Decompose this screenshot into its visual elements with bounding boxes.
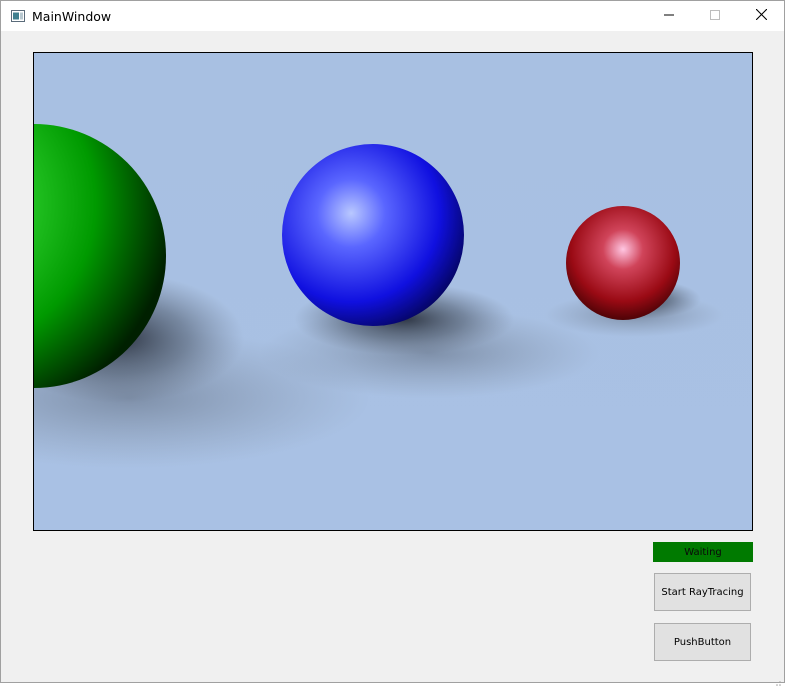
status-indicator: Waiting <box>653 542 753 562</box>
start-raytracing-button[interactable]: Start RayTracing <box>654 573 751 611</box>
close-button[interactable] <box>738 1 784 31</box>
minimize-button[interactable] <box>646 1 692 31</box>
minimize-icon <box>664 7 674 25</box>
blue-sphere <box>282 144 464 326</box>
maximize-button[interactable] <box>692 1 738 31</box>
red-sphere <box>566 206 680 320</box>
app-window-icon <box>11 9 25 22</box>
raytraced-scene <box>34 53 752 530</box>
maximize-icon <box>710 7 720 25</box>
close-icon <box>755 7 767 25</box>
main-window: MainWindow Waiting Start RayTracing Push… <box>0 0 785 686</box>
window-title: MainWindow <box>32 9 112 24</box>
resize-grip-icon[interactable] <box>775 673 781 686</box>
title-bar[interactable]: MainWindow <box>1 1 784 31</box>
render-viewport <box>33 52 753 531</box>
push-button[interactable]: PushButton <box>654 623 751 661</box>
